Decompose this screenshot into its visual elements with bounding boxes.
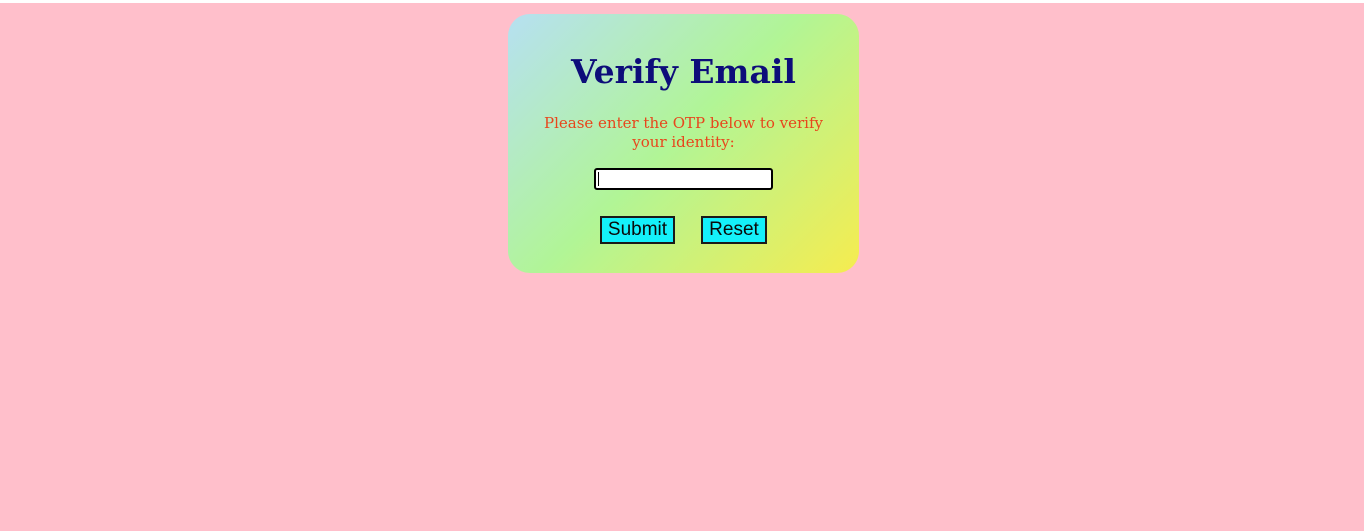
text-cursor xyxy=(598,172,599,186)
page-title: Verify Email xyxy=(571,52,796,91)
reset-button[interactable]: Reset xyxy=(701,216,767,244)
page-background: Verify Email Please enter the OTP below … xyxy=(0,3,1364,531)
submit-button[interactable]: Submit xyxy=(600,216,675,244)
verify-email-card: Verify Email Please enter the OTP below … xyxy=(508,14,859,273)
otp-input[interactable] xyxy=(594,168,773,190)
otp-instruction-text: Please enter the OTP below to verify you… xyxy=(543,114,824,151)
